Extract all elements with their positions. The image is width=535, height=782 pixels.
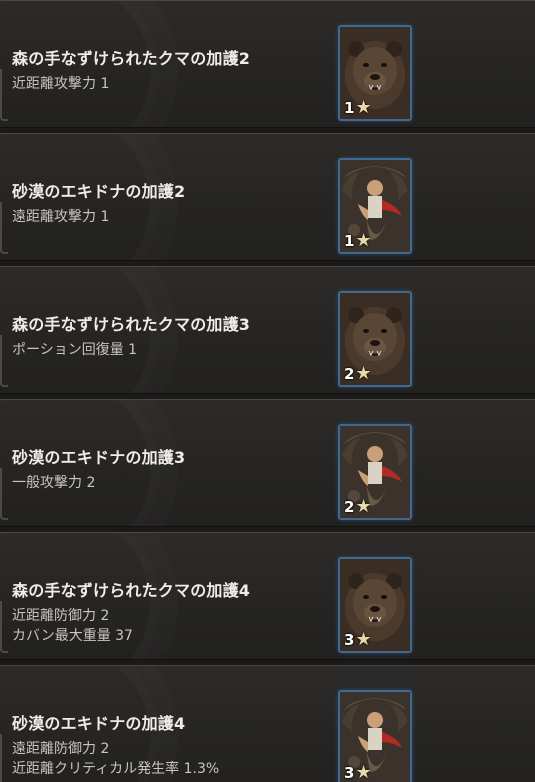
bear-portrait[interactable]: 2 ★ bbox=[338, 291, 412, 387]
echidna-portrait[interactable]: 2 ★ bbox=[338, 424, 412, 520]
star-icon: ★ bbox=[355, 496, 372, 517]
bear-portrait[interactable]: 3 ★ bbox=[338, 557, 412, 653]
stat-line: 近距離攻撃力 1 bbox=[12, 76, 110, 92]
blessing-title: 森の手なずけられたクマの加護3 bbox=[12, 315, 251, 334]
level-indicator: 3 ★ bbox=[344, 764, 372, 782]
blessing-card[interactable]: 森の手なずけられたクマの加護3 ポーション回復量 1 2 ★ bbox=[0, 266, 535, 394]
star-icon: ★ bbox=[355, 762, 372, 782]
blessing-card[interactable]: 砂漠のエキドナの加護3 一般攻撃力 2 2 ★ bbox=[0, 399, 535, 527]
stat-line: 近距離防御力 2 bbox=[12, 608, 110, 624]
level-number: 3 bbox=[344, 631, 355, 649]
stat-line: ポーション回復量 1 bbox=[12, 342, 138, 358]
stat-line: 遠距離攻撃力 1 bbox=[12, 209, 110, 225]
blessing-list: 森の手なずけられたクマの加護2 近距離攻撃力 1 1 ★ 砂漠のエキドナの加護2… bbox=[0, 0, 535, 782]
echidna-portrait[interactable]: 3 ★ bbox=[338, 690, 412, 782]
blessing-title: 森の手なずけられたクマの加護4 bbox=[12, 581, 251, 600]
blessing-title: 砂漠のエキドナの加護3 bbox=[12, 448, 186, 467]
blessing-stats: 一般攻撃力 2 bbox=[12, 473, 95, 493]
blessing-stats: 遠距離防御力 2 近距離クリティカル発生率 1.3% bbox=[12, 739, 219, 779]
blessing-stats: 遠距離攻撃力 1 bbox=[12, 207, 109, 227]
blessing-card[interactable]: 砂漠のエキドナの加護4 遠距離防御力 2 近距離クリティカル発生率 1.3% 3 bbox=[0, 665, 535, 782]
level-number: 1 bbox=[344, 99, 355, 117]
level-indicator: 2 ★ bbox=[344, 363, 372, 384]
level-indicator: 2 ★ bbox=[344, 496, 372, 517]
blessing-title: 森の手なずけられたクマの加護2 bbox=[12, 49, 251, 68]
star-icon: ★ bbox=[355, 363, 372, 384]
stat-line: カバン最大重量 37 bbox=[12, 628, 133, 644]
blessing-stats: ポーション回復量 1 bbox=[12, 340, 137, 360]
level-number: 2 bbox=[344, 365, 355, 383]
level-indicator: 1 ★ bbox=[344, 97, 372, 118]
echidna-portrait[interactable]: 1 ★ bbox=[338, 158, 412, 254]
stat-line: 一般攻撃力 2 bbox=[12, 475, 96, 491]
level-number: 2 bbox=[344, 498, 355, 516]
stat-line: 近距離クリティカル発生率 1.3% bbox=[12, 761, 220, 777]
level-indicator: 3 ★ bbox=[344, 629, 372, 650]
blessing-title: 砂漠のエキドナの加護2 bbox=[12, 182, 186, 201]
blessing-stats: 近距離攻撃力 1 bbox=[12, 74, 109, 94]
stat-line: 遠距離防御力 2 bbox=[12, 741, 110, 757]
blessing-title: 砂漠のエキドナの加護4 bbox=[12, 714, 186, 733]
level-indicator: 1 ★ bbox=[344, 230, 372, 251]
blessing-stats: 近距離防御力 2 カバン最大重量 37 bbox=[12, 606, 133, 646]
star-icon: ★ bbox=[355, 230, 372, 251]
bear-portrait[interactable]: 1 ★ bbox=[338, 25, 412, 121]
blessing-card[interactable]: 砂漠のエキドナの加護2 遠距離攻撃力 1 1 ★ bbox=[0, 133, 535, 261]
star-icon: ★ bbox=[355, 97, 372, 118]
star-icon: ★ bbox=[355, 629, 372, 650]
blessing-card[interactable]: 森の手なずけられたクマの加護2 近距離攻撃力 1 1 ★ bbox=[0, 0, 535, 128]
level-number: 1 bbox=[344, 232, 355, 250]
blessing-card[interactable]: 森の手なずけられたクマの加護4 近距離防御力 2 カバン最大重量 37 3 ★ bbox=[0, 532, 535, 660]
level-number: 3 bbox=[344, 764, 355, 782]
